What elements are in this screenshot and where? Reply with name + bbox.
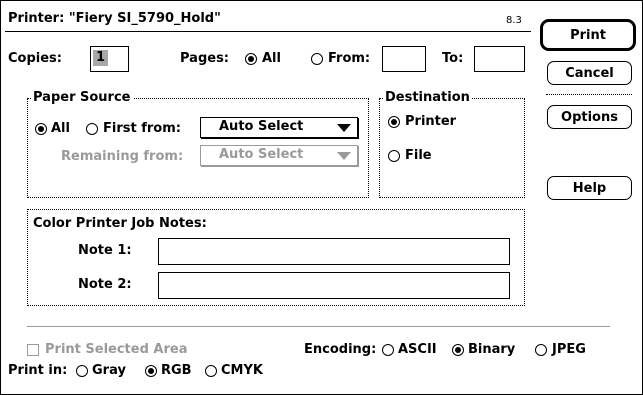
pages-from-radio[interactable] [311,53,323,65]
copies-field[interactable]: 1 [90,46,129,72]
help-button[interactable]: Help [547,176,632,200]
pages-all-radio[interactable] [245,53,257,65]
note2-field[interactable] [158,272,510,299]
header-divider [5,31,531,32]
destination-group [379,98,525,198]
encoding-ascii-label: ASCII [398,342,437,357]
version-label: 8.3 [506,15,522,26]
print-in-label: Print in: [8,363,68,378]
destination-file-radio[interactable] [388,150,400,162]
pages-all-label: All [262,51,281,66]
first-from-label: First from: [103,121,181,136]
paper-source-title: Paper Source [31,90,133,105]
options-button[interactable]: Options [547,105,632,129]
buttons-divider [546,94,632,95]
pages-to-label: To: [442,51,464,66]
copies-label: Copies: [8,51,62,66]
encoding-ascii-radio[interactable] [382,344,394,356]
paper-first-from-radio[interactable] [86,123,98,135]
remaining-from-value: Auto Select [219,147,304,162]
cancel-button[interactable]: Cancel [547,61,632,85]
encoding-binary-radio[interactable] [452,344,464,356]
paper-all-radio[interactable] [35,123,47,135]
pages-from-field[interactable] [382,46,426,72]
destination-printer-label: Printer [405,114,457,129]
destination-printer-radio[interactable] [388,116,400,128]
note1-field[interactable] [158,238,510,265]
destination-file-label: File [405,148,432,163]
encoding-jpeg-radio[interactable] [535,344,547,356]
print-in-rgb-radio[interactable] [145,365,157,377]
first-from-popup[interactable]: Auto Select [200,117,358,138]
remaining-from-label: Remaining from: [61,149,184,164]
printer-name-label: Printer: "Fiery SI_5790_Hold" [8,11,221,26]
pages-label: Pages: [180,51,230,66]
print-in-gray-label: Gray [92,363,126,378]
print-dialog: Printer: "Fiery SI_5790_Hold" 8.3 Copies… [0,0,643,395]
print-selected-area-checkbox[interactable] [27,344,39,356]
paper-all-label: All [51,121,70,136]
pages-to-field[interactable] [474,46,525,72]
print-button[interactable]: Print [540,19,636,51]
print-in-gray-radio[interactable] [76,365,88,377]
encoding-binary-label: Binary [468,342,516,357]
note2-label: Note 2: [78,277,132,292]
pages-from-label: From: [328,51,371,66]
print-in-cmyk-radio[interactable] [205,365,217,377]
encoding-jpeg-label: JPEG [552,342,586,357]
bottom-divider [27,326,610,327]
first-from-value: Auto Select [219,119,304,134]
job-notes-title: Color Printer Job Notes: [33,216,207,231]
copies-value: 1 [93,50,109,66]
print-selected-area-label: Print Selected Area [45,342,188,357]
print-in-cmyk-label: CMYK [221,363,263,378]
remaining-from-popup[interactable]: Auto Select [200,145,358,166]
print-in-rgb-label: RGB [161,363,192,378]
destination-title: Destination [383,90,472,105]
chevron-down-icon [337,124,351,132]
note1-label: Note 1: [78,243,132,258]
chevron-down-icon [337,152,351,160]
encoding-label: Encoding: [304,342,377,357]
